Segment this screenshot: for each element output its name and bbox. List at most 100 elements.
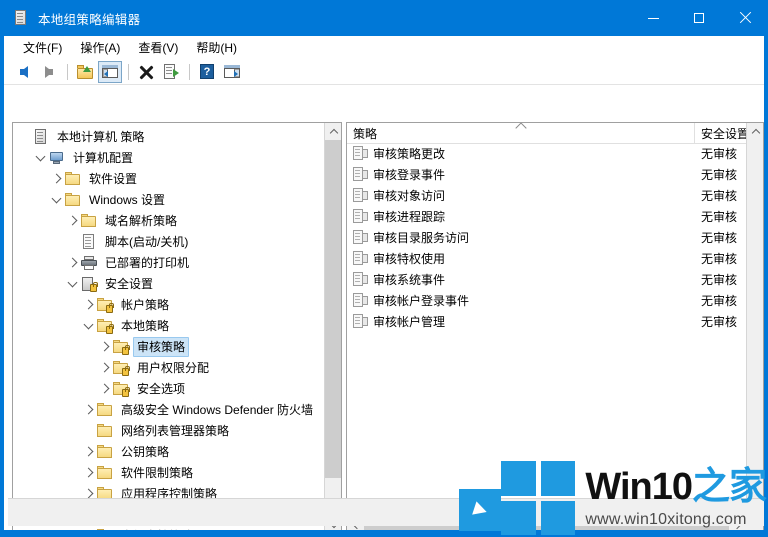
tree-item[interactable]: 安全设置 xyxy=(13,273,324,294)
chevron-right-icon[interactable] xyxy=(97,336,113,357)
policy-document-icon xyxy=(33,128,49,145)
menu-view[interactable]: 查看(V) xyxy=(129,37,187,58)
tree-item[interactable]: 公钥策略 xyxy=(13,441,324,462)
tree-item[interactable]: 高级安全 Windows Defender 防火墙 xyxy=(13,399,324,420)
minimize-button[interactable] xyxy=(630,0,676,36)
forward-button[interactable] xyxy=(37,61,61,83)
tree-item-label: 公钥策略 xyxy=(121,444,170,459)
chevron-right-icon[interactable] xyxy=(65,210,81,231)
security-setting-cell: 无审核 xyxy=(695,166,746,183)
tree-item[interactable]: 用户权限分配 xyxy=(13,357,324,378)
policy-list-row[interactable]: 审核系统事件 无审核 xyxy=(347,269,746,290)
tree-item[interactable]: 本地计算机 策略 xyxy=(13,126,324,147)
column-header-security-setting-label: 安全设置 xyxy=(701,126,750,141)
tree-item[interactable]: 计算机配置 xyxy=(13,147,324,168)
policy-list-pane: 策略 安全设置 审核策略更改 无审核 审核登录事件 无审核 审核对象访问 无审核 审核进程跟… xyxy=(346,122,764,530)
tree-scroll-thumb[interactable] xyxy=(325,140,341,478)
tree-item[interactable]: 软件限制策略 xyxy=(13,462,324,483)
security-setting-cell: 无审核 xyxy=(695,250,746,267)
policy-list-row[interactable]: 审核策略更改 无审核 xyxy=(347,143,746,164)
chevron-right-icon[interactable] xyxy=(97,378,113,399)
chevron-right-icon[interactable] xyxy=(81,441,97,462)
delete-button[interactable] xyxy=(134,61,158,83)
tree-vertical-scrollbar[interactable] xyxy=(324,123,341,530)
tree-item[interactable]: 网络列表管理器策略 xyxy=(13,420,324,441)
delete-icon xyxy=(139,65,153,79)
close-button[interactable] xyxy=(722,0,768,36)
tree-item[interactable]: Windows 设置 xyxy=(13,189,324,210)
menu-file[interactable]: 文件(F) xyxy=(14,37,71,58)
help-button[interactable]: ? xyxy=(195,61,219,83)
status-bar xyxy=(8,498,764,526)
list-scroll-up-button[interactable] xyxy=(747,123,763,140)
tree-item[interactable]: 审核策略 xyxy=(13,336,324,357)
security-setting-label: 无审核 xyxy=(701,273,738,287)
policy-list-row[interactable]: 审核进程跟踪 无审核 xyxy=(347,206,746,227)
chevron-down-icon[interactable] xyxy=(33,147,49,168)
tree-item[interactable]: 安全选项 xyxy=(13,378,324,399)
policy-list-row[interactable]: 审核特权使用 无审核 xyxy=(347,248,746,269)
chevron-right-icon[interactable] xyxy=(81,294,97,315)
close-icon xyxy=(739,12,751,24)
show-action-pane-button[interactable] xyxy=(220,61,244,83)
policy-list-row[interactable]: 审核对象访问 无审核 xyxy=(347,185,746,206)
chevron-down-icon[interactable] xyxy=(49,189,65,210)
chevron-down-icon[interactable] xyxy=(81,315,97,336)
folder-lock-icon xyxy=(97,297,114,313)
policy-list-row[interactable]: 审核帐户管理 无审核 xyxy=(347,311,746,332)
tree-item[interactable]: 软件设置 xyxy=(13,168,324,189)
tree-item-label: 域名解析策略 xyxy=(105,213,178,228)
maximize-button[interactable] xyxy=(676,0,722,36)
list-vertical-scrollbar[interactable] xyxy=(746,123,763,530)
folder-lock-icon xyxy=(113,339,130,355)
tree-scroll-track[interactable] xyxy=(325,140,341,516)
policy-setting-icon xyxy=(352,292,368,309)
export-list-button[interactable] xyxy=(159,61,183,83)
chevron-right-icon[interactable] xyxy=(97,357,113,378)
tree-scroll-up-button[interactable] xyxy=(325,123,341,140)
toolbar-separator xyxy=(67,63,68,80)
toolbar-separator xyxy=(189,63,190,80)
column-header-policy-label: 策略 xyxy=(353,126,378,141)
policy-list[interactable]: 审核策略更改 无审核 审核登录事件 无审核 审核对象访问 无审核 审核进程跟踪 无审核 审核目录… xyxy=(347,143,746,516)
console-tree[interactable]: 本地计算机 策略 计算机配置软件设置 Windows 设置域名解析策略 脚本(启动/关… xyxy=(13,123,324,530)
security-setting-cell: 无审核 xyxy=(695,271,746,288)
list-scroll-track[interactable] xyxy=(747,140,763,516)
tree-item-label: 软件设置 xyxy=(89,171,138,186)
tree-item-label: 已部署的打印机 xyxy=(105,255,190,270)
policy-list-row[interactable]: 审核登录事件 无审核 xyxy=(347,164,746,185)
tree-item-label: Windows 设置 xyxy=(89,192,166,207)
policy-list-row[interactable]: 审核目录服务访问 无审核 xyxy=(347,227,746,248)
export-list-icon xyxy=(164,64,179,79)
folder-icon xyxy=(65,171,81,187)
chevron-right-icon[interactable] xyxy=(65,252,81,273)
security-setting-label: 无审核 xyxy=(701,294,738,308)
policy-setting-icon xyxy=(352,271,368,288)
forward-icon xyxy=(45,65,53,78)
back-button[interactable] xyxy=(12,61,36,83)
chevron-right-icon[interactable] xyxy=(49,168,65,189)
chevron-right-icon[interactable] xyxy=(81,462,97,483)
tree-item[interactable]: 域名解析策略 xyxy=(13,210,324,231)
tree-item[interactable]: 已部署的打印机 xyxy=(13,252,324,273)
column-header-policy[interactable]: 策略 xyxy=(347,123,695,143)
show-hide-console-tree-button[interactable] xyxy=(98,60,122,83)
policy-name-cell: 审核系统事件 xyxy=(347,271,695,288)
policy-list-row[interactable]: 审核帐户登录事件 无审核 xyxy=(347,290,746,311)
policy-name-label: 审核目录服务访问 xyxy=(373,231,470,245)
policy-name-cell: 审核策略更改 xyxy=(347,145,695,162)
menu-help[interactable]: 帮助(H) xyxy=(187,37,246,58)
tree-item[interactable]: 帐户策略 xyxy=(13,294,324,315)
tree-item-label: 高级安全 Windows Defender 防火墙 xyxy=(121,402,314,417)
tree-item[interactable]: 脚本(启动/关机) xyxy=(13,231,324,252)
folder-icon xyxy=(97,423,113,439)
tree-item[interactable]: 本地策略 xyxy=(13,315,324,336)
tree-item-label: 脚本(启动/关机) xyxy=(105,234,189,249)
policy-setting-icon xyxy=(352,187,368,204)
tree-item-label: 软件限制策略 xyxy=(121,465,194,480)
up-one-level-button[interactable] xyxy=(73,61,97,83)
security-lock-icon xyxy=(81,276,98,292)
chevron-down-icon[interactable] xyxy=(65,273,81,294)
menu-action[interactable]: 操作(A) xyxy=(71,37,129,58)
chevron-right-icon[interactable] xyxy=(81,399,97,420)
